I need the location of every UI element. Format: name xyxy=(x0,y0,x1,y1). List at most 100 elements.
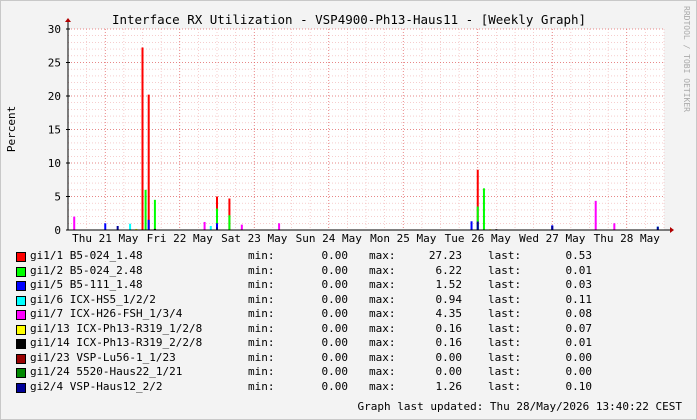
legend-max-label: max: xyxy=(369,292,396,306)
y-tick-label: 10 xyxy=(48,157,61,170)
legend-swatch xyxy=(16,266,26,277)
legend-max-value: 1.26 xyxy=(435,379,463,393)
legend-row: gi1/6 ICX-HS5_1/2/2 min: 0.00 max: 0.94 last:… xyxy=(16,293,656,307)
legend-last-value: 0.01 xyxy=(565,263,593,277)
legend-series-name: gi1/1 B5-024_1.48 xyxy=(30,249,143,262)
last-updated: Graph last updated: Thu 28/May/2026 13:4… xyxy=(357,400,682,413)
legend-row: gi1/14 ICX-Ph13-R319_2/2/8 min: 0.00 max: 0.… xyxy=(16,336,656,350)
watermark: RRDTOOL / TOBI OETIKER xyxy=(682,6,691,112)
legend-min-value: 0.00 xyxy=(321,292,349,306)
legend-series-name: gi1/5 B5-111_1.48 xyxy=(30,278,143,291)
legend-row: gi1/1 B5-024_1.48 min: 0.00 max: 27.23 last: 0… xyxy=(16,249,656,263)
x-tick-label: Wed 27 May xyxy=(519,232,586,245)
legend-max-value: 1.52 xyxy=(435,278,463,291)
legend-row: gi1/2 B5-024_2.48 min: 0.00 max: 6.22 last: 0.… xyxy=(16,264,656,278)
x-tick-label: Mon 25 May xyxy=(370,232,437,245)
legend-swatch xyxy=(16,339,26,349)
legend-swatch xyxy=(16,324,26,335)
legend-last-label: last: xyxy=(488,365,522,378)
legend-max-value: 0.94 xyxy=(435,292,463,306)
x-tick-label: Sat 23 May xyxy=(221,232,288,245)
legend-swatch xyxy=(16,368,26,378)
legend-last-value: 0.53 xyxy=(565,249,593,262)
legend-max-label: max: xyxy=(369,379,396,393)
legend-series-name: gi1/6 ICX-HS5_1/2/2 xyxy=(30,292,156,306)
y-axis-arrow xyxy=(65,18,71,22)
legend-swatch xyxy=(16,295,26,306)
legend-max-label: max: xyxy=(369,249,396,262)
legend-min-value: 0.00 xyxy=(321,365,349,378)
legend-max-label: max: xyxy=(369,321,396,335)
legend-max-label: max: xyxy=(369,263,396,277)
y-tick-label: 0 xyxy=(54,224,61,237)
legend-min-value: 0.00 xyxy=(321,278,349,291)
x-tick-label: Thu 28 May xyxy=(594,232,661,245)
legend-last-value: 0.01 xyxy=(565,336,593,349)
legend-last-value: 0.03 xyxy=(565,278,593,291)
legend-last-label: last: xyxy=(488,350,522,364)
legend-max-label: max: xyxy=(369,336,396,349)
legend-row: gi1/13 ICX-Ph13-R319_1/2/8 min: 0.00 max: 0.… xyxy=(16,322,656,336)
legend-row: gi1/5 B5-111_1.48 min: 0.00 max: 1.52 last: 0.… xyxy=(16,278,656,292)
legend-series-name: gi1/2 B5-024_2.48 xyxy=(30,263,143,277)
legend-swatch xyxy=(16,281,26,291)
legend-swatch xyxy=(16,382,26,393)
legend-min-label: min: xyxy=(248,263,275,277)
legend-series-name: gi2/4 VSP-Haus12_2/2 xyxy=(30,379,163,393)
legend-min-label: min: xyxy=(248,307,275,320)
utilization-chart: 0 5 10 15 20 25 30 Thu 21 May Fri 22 May Sat 23 … xyxy=(5,6,691,245)
legend-last-value: 0.11 xyxy=(565,292,593,306)
y-axis-label: Percent xyxy=(5,106,18,152)
legend-last-label: last: xyxy=(488,249,522,262)
legend-last-label: last: xyxy=(488,336,522,349)
legend-row: gi1/24 5520-Haus22_1/21 min: 0.00 max: 0.00 l… xyxy=(16,365,656,379)
legend-last-label: last: xyxy=(488,379,522,393)
legend-max-value: 6.22 xyxy=(435,263,463,277)
legend-last-value: 0.10 xyxy=(565,379,593,393)
graph-frame: 0 5 10 15 20 25 30 Thu 21 May Fri 22 May Sat 23 … xyxy=(0,0,697,420)
x-tick-label: Thu 21 May xyxy=(72,232,139,245)
legend-swatch xyxy=(16,310,26,320)
legend-min-label: min: xyxy=(248,249,275,262)
legend-series-name: gi1/23 VSP-Lu56-1_1/23 xyxy=(30,350,176,364)
legend-last-label: last: xyxy=(488,307,522,320)
legend-min-value: 0.00 xyxy=(321,350,349,364)
legend-swatch xyxy=(16,252,26,262)
legend-last-label: last: xyxy=(488,263,522,277)
legend-last-label: last: xyxy=(488,278,522,291)
y-tick-label: 25 xyxy=(48,57,61,70)
legend-max-label: max: xyxy=(369,350,396,364)
legend-min-label: min: xyxy=(248,350,275,364)
legend-last-value: 0.08 xyxy=(565,307,593,320)
legend-last-value: 0.00 xyxy=(565,350,593,364)
y-tick-label: 20 xyxy=(48,90,61,103)
legend-min-value: 0.00 xyxy=(321,263,349,277)
y-tick-label: 30 xyxy=(48,23,61,36)
legend-min-label: min: xyxy=(248,365,275,378)
legend-last-label: last: xyxy=(488,321,522,335)
legend-max-value: 0.00 xyxy=(435,365,463,378)
legend-min-value: 0.00 xyxy=(321,321,349,335)
x-tick-label: Fri 22 May xyxy=(147,232,214,245)
chart-title: Interface RX Utilization - VSP4900-Ph13-… xyxy=(112,12,586,27)
legend-row: gi1/7 ICX-H26-FSH_1/3/4 min: 0.00 max: 4.35 l… xyxy=(16,307,656,321)
legend-min-value: 0.00 xyxy=(321,379,349,393)
legend-row: gi2/4 VSP-Haus12_2/2 min: 0.00 max: 1.26 last… xyxy=(16,380,656,394)
y-tick-labels: 0 5 10 15 20 25 30 xyxy=(48,23,61,237)
legend-max-value: 0.16 xyxy=(435,336,463,349)
legend-last-label: last: xyxy=(488,292,522,306)
legend-min-value: 0.00 xyxy=(321,307,349,320)
y-tick-label: 15 xyxy=(48,124,61,137)
legend-max-label: max: xyxy=(369,278,396,291)
legend-series-name: gi1/24 5520-Haus22_1/21 xyxy=(30,365,183,378)
legend-max-value: 0.00 xyxy=(435,350,463,364)
legend-min-label: min: xyxy=(248,292,275,306)
x-axis-arrow xyxy=(670,227,674,233)
legend-last-value: 0.07 xyxy=(565,321,593,335)
legend-series-name: gi1/14 ICX-Ph13-R319_2/2/8 xyxy=(30,336,203,349)
x-tick-label: Tue 26 May xyxy=(445,232,512,245)
legend-min-value: 0.00 xyxy=(321,336,349,349)
legend-min-value: 0.00 xyxy=(321,249,349,262)
legend-series-name: gi1/13 ICX-Ph13-R319_1/2/8 xyxy=(30,321,203,335)
legend-min-label: min: xyxy=(248,379,275,393)
